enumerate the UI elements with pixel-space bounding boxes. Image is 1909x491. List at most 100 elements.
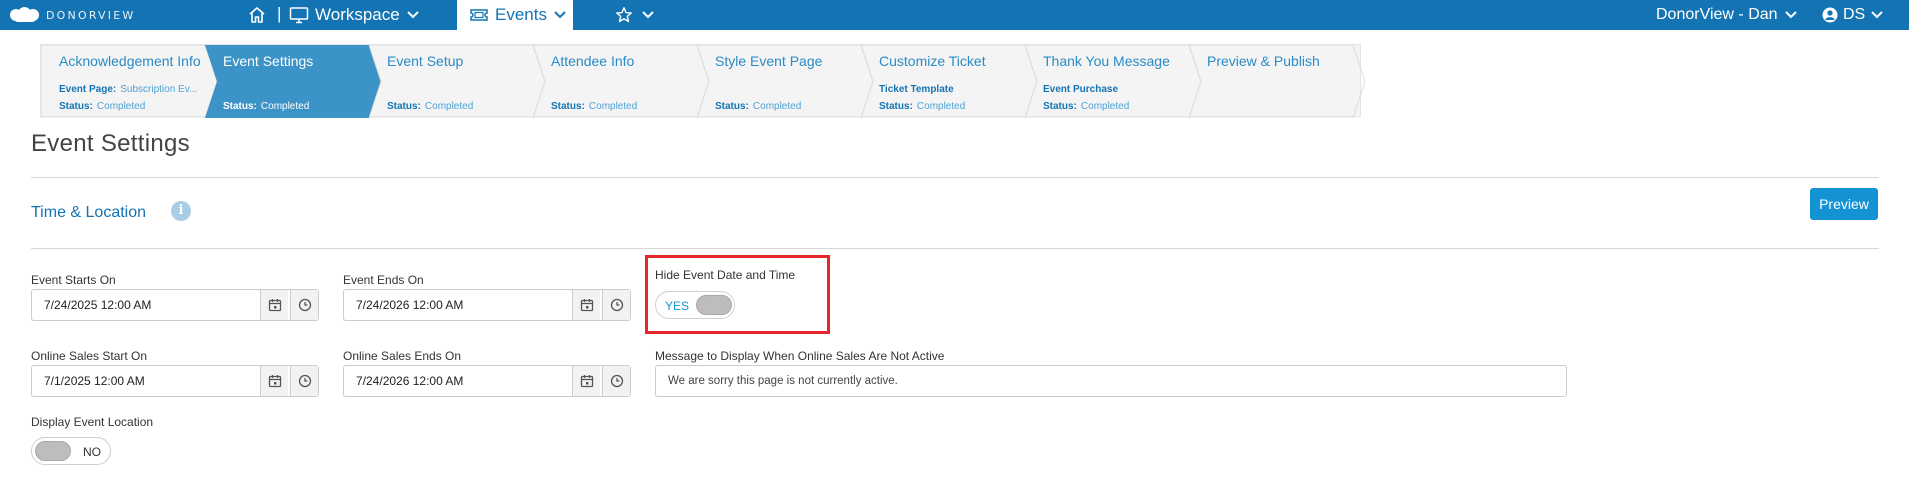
inactive-message-value: We are sorry this page is not currently … [668,375,898,387]
calendar-button[interactable] [260,290,288,320]
calendar-button[interactable] [572,290,600,320]
online-sales-end-value: 7/24/2026 12:00 AM [356,374,464,388]
user-initials: DS [1843,6,1866,23]
wizard-step-status-label: Status: [59,101,93,112]
wizard-step-status: Status: Completed [223,101,309,112]
wizard-step-status-label: Status: [1043,101,1077,112]
ticket-icon [470,9,488,21]
wizard-step-status-label: Status: [387,101,421,112]
wizard-step-status-value: Completed [96,101,146,112]
event-starts-value: 7/24/2025 12:00 AM [44,298,152,312]
clock-icon [610,298,623,312]
event-ends-field[interactable]: 7/24/2026 12:00 AM [343,289,631,321]
clock-button[interactable] [602,290,630,320]
wizard-step-status: Status: Completed [387,101,473,112]
wizard-step-detail-label: Ticket Template [879,84,954,95]
chevron-down-icon [1784,11,1797,19]
wizard-step-title: Acknowledgement Info [59,53,201,69]
chevron-down-icon [642,11,654,19]
wizard-step-detail-label: Event Purchase [1043,84,1119,95]
wizard-step[interactable]: Thank You Message Event Purchase Status: Co… [1025,45,1201,118]
wizard-step[interactable]: Style Event Page Status: Completed [697,45,873,118]
clock-icon [298,298,311,312]
wizard-step-status-label: Status: [223,101,257,112]
event-starts-field[interactable]: 7/24/2025 12:00 AM [31,289,319,321]
inactive-message-label: Message to Display When Online Sales Are… [655,349,945,363]
wizard-step-status-value: Completed [260,101,310,112]
clock-button[interactable] [290,290,318,320]
wizard-step[interactable]: Preview & Publish [1189,45,1365,118]
wizard-step-status-value: Completed [916,101,966,112]
wizard-step-status-label: Status: [551,101,585,112]
wizard-step-status-value: Completed [1080,101,1130,112]
monitor-icon [289,7,309,24]
wizard-step-detail: Event Page: Subscription Ev... [59,84,197,95]
info-icon[interactable]: i [171,201,191,221]
calendar-icon [580,375,593,388]
top-navigation-bar: DONORVIEW | Workspace Events DonorView -… [0,0,1909,30]
wizard-step-status: Status: Completed [551,101,637,112]
events-menu[interactable]: Events [457,0,573,30]
wizard-step-title: Style Event Page [715,53,823,69]
chevron-down-icon [407,11,419,19]
inactive-message-input[interactable]: We are sorry this page is not currently … [655,365,1567,397]
wizard-step[interactable]: Acknowledgement Info Event Page: Subscript… [41,45,217,118]
events-label: Events [495,5,547,24]
wizard-step-status-label: Status: [715,101,749,112]
user-circle-icon [1822,7,1838,23]
online-sales-start-value: 7/1/2025 12:00 AM [44,374,145,388]
favorites-menu[interactable] [615,0,655,30]
wizard-step-detail-label: Event Page: [59,84,117,95]
home-icon [249,7,265,23]
home-button[interactable] [247,5,267,25]
nav-separator: | [277,4,282,23]
page-title: Event Settings [31,130,190,157]
divider [31,248,1879,249]
section-title: Time & Location [31,204,147,221]
donorview-logo[interactable]: DONORVIEW [10,6,135,24]
wizard-step[interactable]: Event Setup Status: Completed [369,45,545,118]
toggle-knob [35,441,71,461]
clock-icon [298,374,311,388]
clock-icon [610,374,623,388]
logo-mark-icon [10,7,40,23]
star-icon [616,7,632,23]
brand-name: DONORVIEW [46,8,136,22]
wizard-step-status: Status: Completed [1043,101,1129,112]
event-starts-label: Event Starts On [31,273,116,287]
online-sales-end-label: Online Sales Ends On [343,349,462,363]
organization-menu[interactable]: DonorView - Dan [1656,0,1798,30]
wizard-step-detail: Ticket Template [879,84,954,95]
wizard-step-status-label: Status: [879,101,913,112]
workspace-menu[interactable]: Workspace [289,0,420,30]
workspace-label: Workspace [315,5,400,24]
clock-button[interactable] [602,366,630,396]
online-sales-start-label: Online Sales Start On [31,349,148,363]
wizard-step-title: Thank You Message [1043,53,1170,69]
online-sales-start-field[interactable]: 7/1/2025 12:00 AM [31,365,319,397]
wizard-step-detail-value: Subscription Ev... [120,84,198,95]
calendar-icon [268,375,281,388]
wizard-step[interactable]: Attendee Info Status: Completed [533,45,709,118]
wizard-step[interactable]: Customize Ticket Ticket Template Status: Co… [861,45,1037,118]
wizard-step-status-value: Completed [588,101,638,112]
calendar-icon [580,299,593,312]
event-ends-value: 7/24/2026 12:00 AM [356,298,464,312]
user-menu[interactable]: DS [1822,0,1884,30]
display-location-label: Display Event Location [31,415,154,429]
wizard-step-status: Status: Completed [715,101,801,112]
display-location-toggle[interactable]: NO [31,437,111,465]
calendar-button[interactable] [260,366,288,396]
clock-button[interactable] [290,366,318,396]
chevron-down-icon [1871,11,1883,19]
preview-button[interactable]: Preview [1810,188,1878,220]
toggle-state-text: NO [83,445,101,459]
wizard-step[interactable]: Event Settings Status: Completed [205,45,381,118]
organization-label: DonorView - Dan [1656,6,1778,23]
online-sales-end-field[interactable]: 7/24/2026 12:00 AM [343,365,631,397]
chevron-down-icon [554,11,566,19]
calendar-button[interactable] [572,366,600,396]
wizard-step-title: Preview & Publish [1207,53,1320,69]
highlight-annotation [645,255,830,334]
event-wizard-steps: Acknowledgement Info Event Page: Subscript… [40,44,1365,118]
